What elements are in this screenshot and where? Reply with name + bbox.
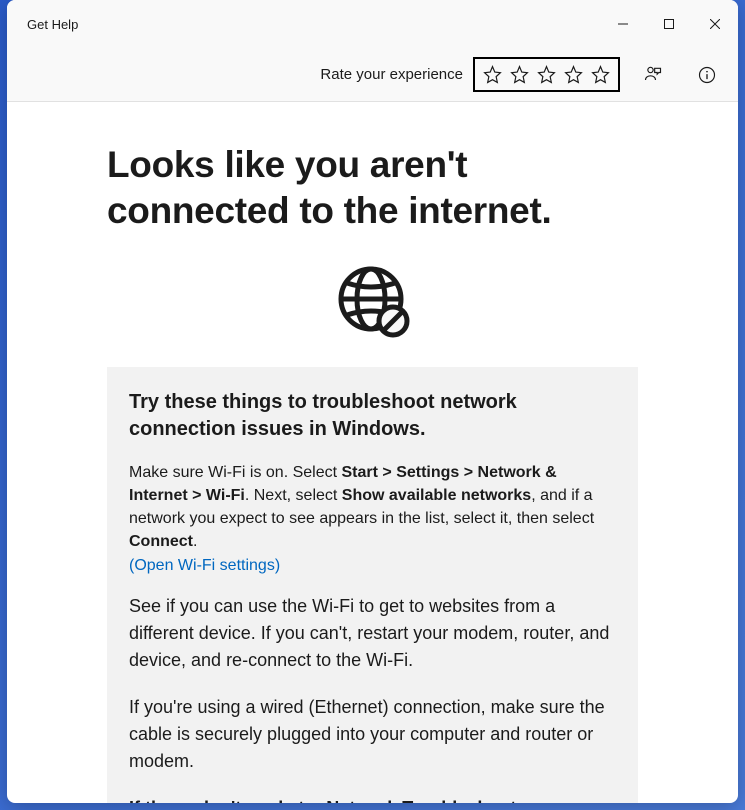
info-icon [697, 65, 717, 85]
rate-experience-label: Rate your experience [320, 66, 463, 83]
troubleshoot-card: Try these things to troubleshoot network… [107, 367, 638, 804]
content-scroll[interactable]: Looks like you aren't connected to the i… [7, 102, 738, 803]
no-internet-globe-icon [335, 263, 411, 339]
star-3[interactable] [537, 65, 556, 84]
step-troubleshooter: If those don't work, try Network Trouble… [129, 795, 616, 803]
step-other-device: See if you can use the Wi-Fi to get to w… [129, 593, 616, 674]
feedback-icon [643, 65, 663, 85]
maximize-button[interactable] [646, 0, 692, 48]
step-ethernet: If you're using a wired (Ethernet) conne… [129, 694, 616, 775]
window-controls [600, 0, 738, 48]
close-button[interactable] [692, 0, 738, 48]
star-5[interactable] [591, 65, 610, 84]
step-wifi: Make sure Wi-Fi is on. Select Start > Se… [129, 461, 616, 554]
toolbar: Rate your experience [7, 48, 738, 102]
rating-stars [473, 57, 620, 92]
feedback-button[interactable] [632, 54, 674, 96]
card-title: Try these things to troubleshoot network… [129, 389, 616, 443]
star-1[interactable] [483, 65, 502, 84]
step1-text-c: . Next, select [245, 487, 342, 504]
info-button[interactable] [686, 54, 728, 96]
step1-connect: Connect [129, 533, 193, 550]
step1-text-g: . [193, 533, 197, 550]
titlebar: Get Help [7, 0, 738, 48]
page-headline: Looks like you aren't connected to the i… [107, 142, 638, 235]
globe-illustration [107, 263, 638, 339]
star-2[interactable] [510, 65, 529, 84]
star-4[interactable] [564, 65, 583, 84]
step1-text-a: Make sure Wi-Fi is on. Select [129, 464, 342, 481]
minimize-icon [618, 19, 628, 29]
open-wifi-settings-link[interactable]: (Open Wi-Fi settings) [129, 557, 280, 575]
app-window: Get Help Rate your experience [7, 0, 738, 803]
step1-show-networks: Show available networks [342, 487, 531, 504]
maximize-icon [664, 19, 674, 29]
minimize-button[interactable] [600, 0, 646, 48]
content: Looks like you aren't connected to the i… [7, 102, 738, 803]
close-icon [710, 19, 720, 29]
window-title: Get Help [27, 17, 600, 32]
